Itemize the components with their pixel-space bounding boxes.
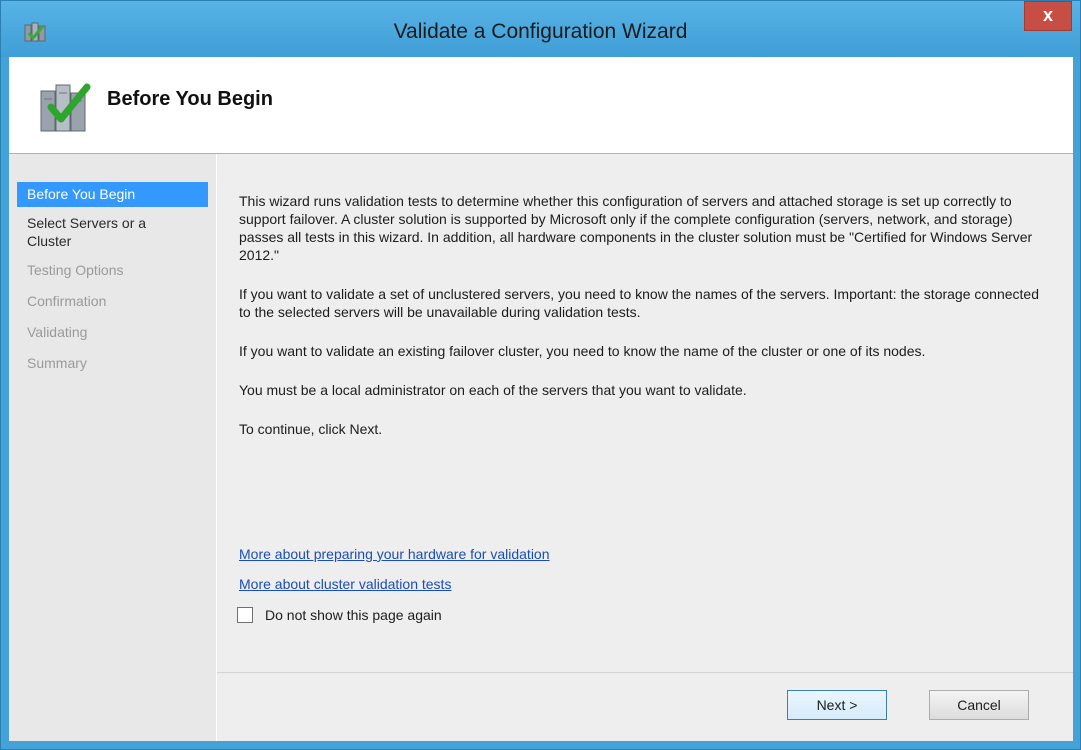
footer-divider bbox=[217, 672, 1073, 673]
window-title: Validate a Configuration Wizard bbox=[393, 20, 688, 43]
close-button[interactable]: x bbox=[1024, 1, 1072, 31]
wizard-main-panel: This wizard runs validation tests to det… bbox=[217, 154, 1073, 741]
paragraph-existing-cluster: If you want to validate an existing fail… bbox=[239, 343, 926, 359]
description-text: This wizard runs validation tests to det… bbox=[239, 192, 1039, 459]
do-not-show-label[interactable]: Do not show this page again bbox=[265, 607, 442, 623]
wizard-client-area: Before You Begin Before You Begin Select… bbox=[9, 57, 1073, 741]
paragraph-unclustered: If you want to validate a set of unclust… bbox=[239, 286, 1040, 320]
nav-item-before-you-begin[interactable]: Before You Begin bbox=[17, 182, 208, 207]
cancel-button[interactable]: Cancel bbox=[929, 690, 1029, 720]
paragraph-continue: To continue, click Next. bbox=[239, 421, 383, 437]
validate-wizard-icon bbox=[40, 83, 91, 132]
title-bar[interactable]: Validate a Configuration Wizard x bbox=[1, 1, 1080, 57]
link-preparing-hardware[interactable]: More about preparing your hardware for v… bbox=[239, 546, 550, 562]
nav-item-select-servers[interactable]: Select Servers or a Cluster bbox=[9, 211, 177, 253]
paragraph-admin: You must be a local administrator on eac… bbox=[239, 382, 747, 398]
paragraph-intro: This wizard runs validation tests to det… bbox=[239, 193, 1033, 263]
nav-item-testing-options: Testing Options bbox=[27, 262, 124, 278]
wizard-window: Validate a Configuration Wizard x Before… bbox=[0, 0, 1081, 750]
nav-item-confirmation: Confirmation bbox=[27, 293, 107, 309]
page-title: Before You Begin bbox=[107, 88, 273, 110]
page-header: Before You Begin bbox=[9, 57, 1073, 154]
nav-item-validating: Validating bbox=[27, 324, 88, 340]
wizard-step-nav: Before You Begin Select Servers or a Clu… bbox=[9, 154, 216, 741]
link-validation-tests[interactable]: More about cluster validation tests bbox=[239, 576, 451, 592]
nav-item-summary: Summary bbox=[27, 355, 87, 371]
next-button[interactable]: Next > bbox=[787, 690, 887, 720]
do-not-show-checkbox[interactable] bbox=[237, 607, 253, 623]
do-not-show-row[interactable]: Do not show this page again bbox=[237, 607, 442, 623]
